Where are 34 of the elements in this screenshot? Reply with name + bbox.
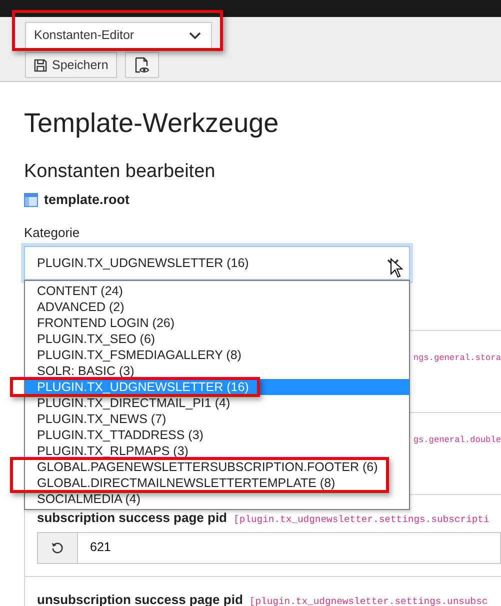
template-icon xyxy=(24,193,38,207)
dropdown-option[interactable]: SOLR: BASIC (3) xyxy=(25,363,409,379)
constant-path: [plugin.tx_udgnewsletter.settings.unsubsc xyxy=(249,594,488,606)
field-label: Kategorie xyxy=(24,224,81,242)
module-select[interactable]: Konstanten-Editor xyxy=(25,22,212,49)
dropdown-option[interactable]: PLUGIN.TX_NEWS (7) xyxy=(25,411,409,427)
document-eye-icon xyxy=(134,56,150,74)
dropdown-option[interactable]: PLUGIN.TX_FSMEDIAGALLERY (8) xyxy=(25,347,409,363)
dropdown-option[interactable]: SOCIALMEDIA (4) xyxy=(25,491,409,507)
page-title: Template-Werkzeuge xyxy=(24,107,280,140)
chevron-down-icon xyxy=(189,32,201,40)
constant-label: subscription success page pid xyxy=(37,509,227,527)
reset-button[interactable] xyxy=(37,532,78,564)
category-select[interactable]: PLUGIN.TX_UDGNEWSLETTER (16) xyxy=(24,246,410,280)
constant-path: [plugin.tx_udgnewsletter.settings.subscripti xyxy=(234,513,490,527)
dropdown-option[interactable]: PLUGIN.TX_TTADDRESS (3) xyxy=(25,427,409,443)
view-button[interactable] xyxy=(125,52,160,78)
dropdown-option[interactable]: FRONTEND LOGIN (26) xyxy=(25,315,409,331)
template-name: template.root xyxy=(44,191,130,209)
text-input[interactable]: 621 xyxy=(78,532,501,564)
constant-path: ngs.general.stora xyxy=(413,352,501,365)
dropdown-option[interactable]: GLOBAL.DIRECTMAILNEWSLETTERTEMPLATE (8) xyxy=(25,475,409,491)
undo-icon xyxy=(51,541,64,554)
dropdown-option[interactable]: PLUGIN.TX_SEO (6) xyxy=(25,331,409,347)
save-button[interactable]: Speichern xyxy=(25,52,118,78)
constant-label: unsubscription success page pid xyxy=(37,590,243,606)
dropdown-option[interactable]: PLUGIN.TX_DIRECTMAIL_PI1 (4) xyxy=(25,395,409,411)
dropdown-option[interactable]: ADVANCED (2) xyxy=(25,299,409,315)
constant-path: gs.general.double xyxy=(413,434,501,447)
mouse-cursor-icon xyxy=(390,258,403,278)
dropdown-option[interactable]: CONTENT (24) xyxy=(25,283,409,299)
section-heading: Konstanten bearbeiten xyxy=(24,160,216,184)
dropdown-option[interactable]: GLOBAL.PAGENEWSLETTERSUBSCRIPTION.FOOTER (6) xyxy=(25,459,409,475)
dropdown-option[interactable]: PLUGIN.TX_RLPMAPS (3) xyxy=(25,443,409,459)
